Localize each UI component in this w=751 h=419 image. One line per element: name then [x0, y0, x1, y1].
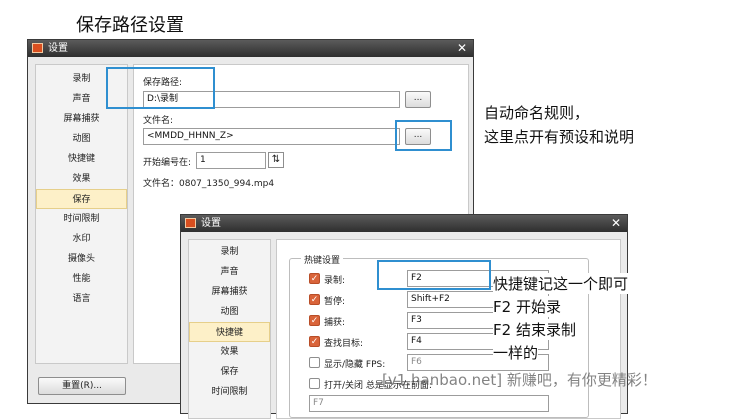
- dialog-titlebar: 设置 ✕: [28, 40, 473, 57]
- annotation-naming-rule-1: 自动命名规则，: [484, 104, 590, 122]
- sidebar-item-camera[interactable]: 摄像头: [36, 249, 127, 269]
- annotation-title: 保存路径设置: [76, 15, 184, 36]
- sidebar-item-animation[interactable]: 动图: [189, 302, 270, 322]
- sidebar-item-time-limit[interactable]: 时间限制: [189, 382, 270, 402]
- hotkey-record-checkbox[interactable]: ✓: [309, 273, 320, 284]
- start-number-stepper[interactable]: ⇅: [268, 152, 284, 168]
- highlight-save-path: [106, 67, 215, 109]
- hotkey-find-target-checkbox[interactable]: ✓: [309, 336, 320, 347]
- hotkey-find-target-label: 查找目标:: [324, 339, 364, 349]
- annotation-hotkey-4: 一样的: [493, 342, 539, 363]
- sidebar-item-performance[interactable]: 性能: [36, 269, 127, 289]
- sidebar-item-effects[interactable]: 效果: [189, 342, 270, 362]
- sidebar-item-hotkeys[interactable]: 快捷键: [189, 322, 270, 342]
- reset-button[interactable]: 重置(R)...: [38, 377, 126, 395]
- dialog-title: 设置: [48, 43, 68, 54]
- sidebar-item-animation[interactable]: 动图: [36, 129, 127, 149]
- filename-label: 文件名:: [143, 116, 174, 126]
- annotation-hotkey-2: F2 开始录: [493, 296, 561, 317]
- hotkey-fps-label: 显示/隐藏 FPS:: [324, 360, 386, 370]
- dialog-title: 设置: [201, 218, 221, 229]
- browse-path-button[interactable]: ...: [405, 91, 431, 108]
- sidebar-item-language[interactable]: 语言: [36, 289, 127, 309]
- sidebar-item-watermark[interactable]: 水印: [36, 229, 127, 249]
- hotkey-pause-checkbox[interactable]: ✓: [309, 294, 320, 305]
- sidebar-item-record[interactable]: 录制: [189, 242, 270, 262]
- hotkey-capture-checkbox[interactable]: ✓: [309, 315, 320, 326]
- start-number-input[interactable]: 1: [196, 152, 266, 169]
- hotkey-pause-label: 暂停:: [324, 297, 346, 307]
- sidebar-item-screen-capture[interactable]: 屏幕捕获: [36, 109, 127, 129]
- filename-preview: 文件名：0807_1350_994.mp4: [143, 179, 275, 189]
- sidebar-item-time-limit[interactable]: 时间限制: [36, 209, 127, 229]
- sidebar-item-hotkeys[interactable]: 快捷键: [36, 149, 127, 169]
- hotkey-fps-checkbox[interactable]: [309, 357, 320, 368]
- annotation-hotkey-1: 快捷键记这一个即可: [493, 273, 629, 294]
- watermark-text: [v1.hanbao.net] 新赚吧，有你更精彩！: [382, 371, 657, 389]
- start-number-label: 开始编号在:: [143, 158, 192, 168]
- settings-sidebar: 录制 声音 屏幕捕获 动图 快捷键 效果 保存 时间限制 水印 摄像头 性能 语…: [35, 64, 128, 364]
- hotkey-capture-label: 捕获:: [324, 318, 346, 328]
- hotkey-always-on-top-checkbox[interactable]: [309, 378, 320, 389]
- hotkey-record-label: 录制:: [324, 276, 346, 286]
- sidebar-item-save[interactable]: 保存: [189, 362, 270, 382]
- app-icon: [185, 218, 196, 228]
- close-icon[interactable]: ✕: [457, 40, 467, 57]
- sidebar-item-effects[interactable]: 效果: [36, 169, 127, 189]
- app-icon: [32, 43, 43, 53]
- highlight-filename-button: [395, 120, 452, 151]
- highlight-record-hotkey: [377, 260, 491, 290]
- settings-sidebar: 录制 声音 屏幕捕获 动图 快捷键 效果 保存 时间限制: [188, 239, 271, 419]
- annotation-naming-rule-2: 这里点开有预设和说明: [484, 128, 635, 146]
- annotation-hotkey-3: F2 结束录制: [493, 319, 576, 340]
- sidebar-item-screen-capture[interactable]: 屏幕捕获: [189, 282, 270, 302]
- hotkey-group-title: 热键设置: [301, 253, 344, 266]
- sidebar-item-save[interactable]: 保存: [36, 189, 127, 209]
- filename-input[interactable]: <MMDD_HHNN_Z>: [143, 128, 400, 145]
- close-icon[interactable]: ✕: [611, 215, 621, 232]
- dialog-titlebar: 设置 ✕: [181, 215, 627, 232]
- hotkey-always-on-top-input[interactable]: F7: [309, 395, 549, 412]
- sidebar-item-sound[interactable]: 声音: [189, 262, 270, 282]
